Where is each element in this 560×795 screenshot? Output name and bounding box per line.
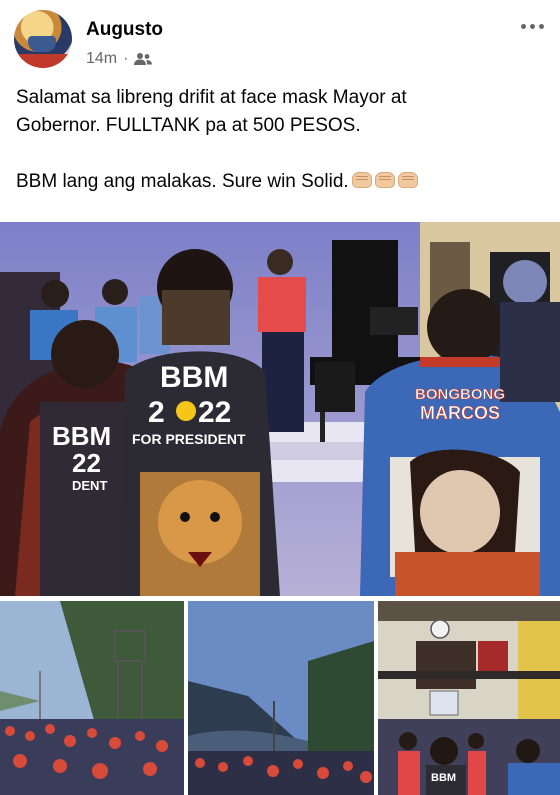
thumb-1-scene bbox=[0, 601, 184, 795]
shirt-shape bbox=[14, 54, 72, 68]
shirt-left-sub: DENT bbox=[72, 478, 107, 493]
main-photo[interactable]: BBM 2 22 FOR PRESIDENT BBM 22 DENT BONGB… bbox=[0, 222, 560, 596]
photo-thumb-2[interactable] bbox=[188, 601, 374, 795]
post-header: Augusto 14m · bbox=[14, 10, 546, 70]
sun-emblem bbox=[176, 401, 196, 421]
shirt-center-sub: FOR PRESIDENT bbox=[132, 431, 246, 447]
fist-emoji-icon bbox=[374, 172, 395, 188]
friends-icon[interactable] bbox=[134, 52, 153, 66]
face-mask-shape bbox=[28, 36, 56, 52]
fist-emoji-icon bbox=[351, 172, 372, 188]
main-photo-scene: BBM 2 22 FOR PRESIDENT BBM 22 DENT BONGB… bbox=[0, 222, 560, 596]
post-time[interactable]: 14m bbox=[86, 50, 117, 68]
photo-thumb-1[interactable] bbox=[0, 601, 184, 795]
caption-line-2: Gobernor. FULLTANK pa at 500 PESOS. bbox=[16, 115, 361, 136]
caption-line-3: BBM lang ang malakas. Sure win Solid. bbox=[16, 171, 349, 192]
shirt-right-line-2: MARCOS bbox=[420, 403, 500, 423]
caption-line-1: Salamat sa libreng drifit at face mask M… bbox=[16, 87, 407, 108]
shirt-center-year-b: 22 bbox=[198, 396, 231, 429]
post-caption: Salamat sa libreng drifit at face mask M… bbox=[16, 84, 544, 196]
photo-thumb-3[interactable]: BBM bbox=[378, 601, 560, 795]
thumb-3-scene: BBM bbox=[378, 601, 560, 795]
caption-paragraph-1: Salamat sa libreng drifit at face mask M… bbox=[16, 84, 544, 140]
post-meta: 14m · bbox=[86, 50, 153, 68]
thumb-3-shirt-text: BBM bbox=[431, 772, 456, 784]
shirt-left-year: 22 bbox=[72, 448, 101, 478]
shirt-right-line-1: BONGBONG bbox=[415, 386, 505, 403]
shirt-center-brand: BBM bbox=[160, 361, 228, 394]
fist-emoji-icon bbox=[397, 172, 418, 188]
photo-grid: BBM bbox=[0, 601, 560, 795]
avatar[interactable] bbox=[14, 10, 72, 68]
caption-paragraph-2: BBM lang ang malakas. Sure win Solid. bbox=[16, 168, 544, 196]
author-name[interactable]: Augusto bbox=[86, 19, 163, 41]
shirt-center-year-a: 2 bbox=[148, 396, 165, 429]
thumb-2-scene bbox=[188, 601, 374, 795]
meta-separator: · bbox=[123, 50, 129, 67]
more-options-icon[interactable] bbox=[518, 18, 546, 34]
shirt-left-brand: BBM bbox=[52, 421, 111, 451]
